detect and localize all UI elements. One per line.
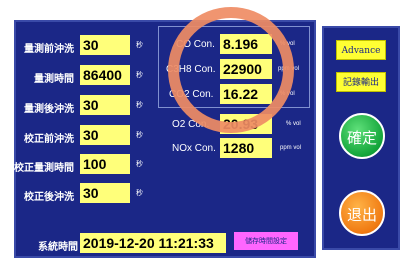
co2-label: CO2 Con. bbox=[169, 89, 214, 100]
pre-measure-flush-unit: 秒 bbox=[136, 41, 143, 49]
system-time-display: 2019-12-20 11:21:33 bbox=[80, 233, 226, 253]
c3h8-label: C3H8 Con. bbox=[166, 64, 216, 75]
measure-time-label: 量測時間 bbox=[34, 74, 74, 85]
c3h8-unit: ppm vol bbox=[278, 66, 300, 72]
system-time-label: 系統時間 bbox=[38, 242, 78, 253]
post-measure-flush-unit: 秒 bbox=[136, 101, 143, 109]
nox-unit: ppm vol bbox=[280, 145, 302, 151]
pre-measure-flush-label: 量測前沖洗 bbox=[24, 44, 74, 55]
calibration-time-input[interactable]: 100 bbox=[80, 154, 130, 174]
post-calibration-flush-label: 校正後沖洗 bbox=[24, 192, 74, 203]
post-calibration-flush-unit: 秒 bbox=[136, 189, 143, 197]
measure-time-unit: 秒 bbox=[136, 71, 143, 79]
post-measure-flush-input[interactable]: 30 bbox=[80, 95, 130, 115]
post-calibration-flush-input[interactable]: 30 bbox=[80, 183, 130, 203]
nox-value: 1280 bbox=[220, 138, 272, 158]
measure-time-input[interactable]: 86400 bbox=[80, 65, 130, 85]
pre-calibration-flush-input[interactable]: 30 bbox=[80, 125, 130, 145]
co-unit: % vol bbox=[280, 41, 295, 47]
pre-calibration-flush-unit: 秒 bbox=[136, 131, 143, 139]
co2-value: 16.22 bbox=[220, 84, 272, 104]
pre-measure-flush-input[interactable]: 30 bbox=[80, 35, 130, 55]
control-screen: 量測前沖洗 30 秒 量測時間 86400 秒 量測後沖洗 30 秒 校正前沖洗… bbox=[2, 2, 402, 258]
confirm-button[interactable]: 確定 bbox=[339, 113, 385, 159]
advance-button[interactable]: Advance bbox=[336, 40, 386, 60]
nox-label: NOx Con. bbox=[172, 143, 216, 154]
calibration-time-unit: 秒 bbox=[136, 160, 143, 168]
pre-calibration-flush-label: 校正前沖洗 bbox=[24, 134, 74, 145]
post-measure-flush-label: 量測後沖洗 bbox=[24, 104, 74, 115]
co2-unit: % vol bbox=[280, 91, 295, 97]
record-output-button[interactable]: 記錄輸出 bbox=[336, 72, 386, 92]
save-time-settings-button[interactable]: 儲存時間設定 bbox=[234, 232, 298, 250]
o2-unit: % vol bbox=[286, 121, 301, 127]
co-label: CO Con. bbox=[176, 39, 215, 50]
exit-button[interactable]: 退出 bbox=[339, 190, 385, 236]
co-value: 8.196 bbox=[220, 34, 272, 54]
o2-value: 20.93 bbox=[220, 114, 272, 134]
c3h8-value: 22900 bbox=[220, 59, 272, 79]
calibration-time-label: 校正量測時間 bbox=[14, 163, 74, 174]
o2-label: O2 Con. bbox=[172, 119, 210, 130]
